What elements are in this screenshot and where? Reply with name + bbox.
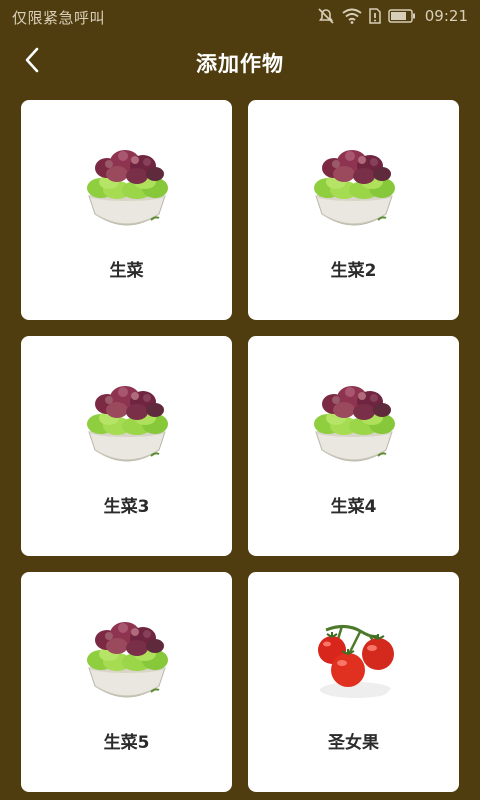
lettuce-image (79, 138, 175, 234)
crop-name: 生菜5 (103, 733, 150, 753)
lettuce-image (306, 138, 402, 234)
page-title: 添加作物 (196, 52, 284, 76)
crop-name: 生菜 (109, 261, 144, 281)
crop-card-lettuce-4[interactable]: 生菜4 (248, 336, 459, 556)
crop-card-lettuce-5[interactable]: 生菜5 (21, 572, 232, 792)
mute-icon (317, 7, 335, 25)
carrier-text: 仅限紧急呼叫 (12, 9, 106, 27)
crop-card-lettuce[interactable]: 生菜 (21, 100, 232, 320)
status-icons: 09:21 (317, 5, 468, 27)
crop-name: 圣女果 (328, 733, 379, 753)
lettuce-image (79, 374, 175, 470)
sim-alert-icon (369, 8, 381, 24)
crop-name: 生菜3 (103, 497, 150, 517)
clock: 09:21 (424, 7, 468, 25)
crop-grid: 生菜 生菜2 生菜3 生菜4 生菜5 圣女果 (21, 100, 459, 792)
battery-icon (388, 9, 416, 23)
crop-card-cherry-tomato[interactable]: 圣女果 (248, 572, 459, 792)
cherry-tomato-image (306, 610, 402, 706)
lettuce-image (306, 374, 402, 470)
crop-card-lettuce-2[interactable]: 生菜2 (248, 100, 459, 320)
wifi-icon (342, 8, 362, 24)
crop-name: 生菜2 (330, 261, 377, 281)
lettuce-image (79, 610, 175, 706)
crop-name: 生菜4 (330, 497, 377, 517)
status-bar: 仅限紧急呼叫 09:21 (0, 0, 480, 34)
crop-card-lettuce-3[interactable]: 生菜3 (21, 336, 232, 556)
title-bar: 添加作物 (0, 34, 480, 90)
